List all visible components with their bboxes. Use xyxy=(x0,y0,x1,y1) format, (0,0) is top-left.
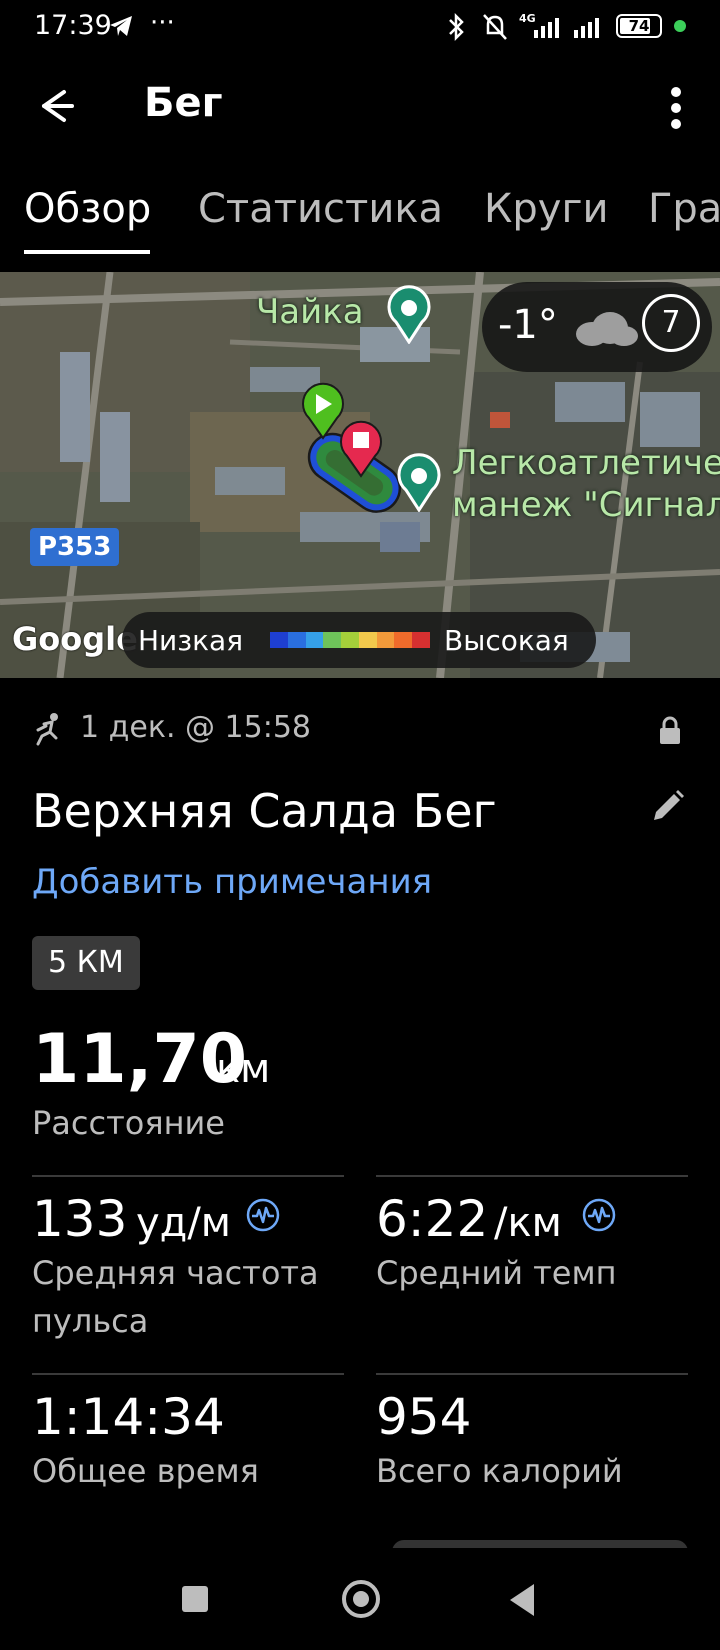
distance-unit: км xyxy=(216,1046,271,1092)
route-map[interactable]: Чайка Легкоатлетический манеж "Сигнал" Р… xyxy=(0,272,720,678)
poi-label-stadium-line2: манеж "Сигнал" xyxy=(452,485,720,525)
more-vertical-icon[interactable] xyxy=(656,78,696,138)
calories-value: 954 xyxy=(376,1388,472,1446)
weather-temp: -1° xyxy=(498,302,558,348)
divider xyxy=(32,1175,344,1177)
system-nav-bar xyxy=(0,1548,720,1650)
legend-low-label: Низкая xyxy=(138,624,244,657)
legend-high-label: Высокая xyxy=(444,624,569,657)
finish-marker-icon[interactable] xyxy=(336,418,386,478)
tab-bar: Обзор Статистика Круги Графики xyxy=(0,172,720,258)
add-notes-link[interactable]: Добавить примечания xyxy=(32,862,432,902)
total-time-label: Общее время xyxy=(32,1452,259,1490)
road-badge: Р353 xyxy=(30,528,120,566)
tab-indicator xyxy=(24,250,150,254)
weather-pill: -1° 7 xyxy=(482,282,712,372)
green-dot-icon xyxy=(674,20,686,32)
heart-rate-unit: уд/м xyxy=(136,1200,231,1246)
recent-apps-icon[interactable] xyxy=(182,1586,208,1612)
pace-unit: /км xyxy=(494,1200,562,1246)
calories-label: Всего калорий xyxy=(376,1452,623,1490)
lock-icon xyxy=(660,716,680,744)
app-bar: Бег xyxy=(0,54,720,159)
tab-graphs[interactable]: Графики xyxy=(648,186,720,232)
signal-icon-2 xyxy=(574,18,599,38)
activity-name: Верхняя Салда Бег xyxy=(32,784,497,838)
pace-value: 6:22 xyxy=(376,1190,489,1248)
tab-overview[interactable]: Обзор xyxy=(24,186,151,232)
tab-statistics[interactable]: Статистика xyxy=(198,186,443,232)
muted-bell-icon xyxy=(483,14,507,40)
bluetooth-icon xyxy=(449,12,464,42)
google-logo: Google xyxy=(12,620,138,658)
divider xyxy=(376,1373,688,1375)
sensor-wave-icon[interactable] xyxy=(246,1198,280,1232)
heart-rate-label-line1: Средняя частота xyxy=(32,1254,319,1292)
more-dots-icon: ··· xyxy=(150,8,175,38)
heart-rate-label-line2: пульса xyxy=(32,1302,149,1340)
running-icon xyxy=(36,713,58,746)
heart-rate-value: 133 xyxy=(32,1190,128,1248)
legend-gradient xyxy=(270,632,431,648)
telegram-icon xyxy=(110,16,132,36)
battery-icon: 74 xyxy=(616,14,662,38)
status-time: 17:39 xyxy=(34,10,112,41)
divider xyxy=(376,1175,688,1177)
map-pin-icon[interactable] xyxy=(384,284,434,344)
poi-label-chaika: Чайка xyxy=(256,292,364,332)
sensor-wave-icon-2[interactable] xyxy=(582,1198,616,1232)
distance-value: 11,70 xyxy=(32,1020,248,1099)
home-icon[interactable] xyxy=(342,1580,380,1618)
back-triangle-icon[interactable] xyxy=(506,1582,540,1618)
map-pin-icon-2[interactable] xyxy=(394,452,444,512)
total-time-value: 1:14:34 xyxy=(32,1388,225,1446)
status-bar: 17:39 ··· 4G 74 xyxy=(0,0,720,54)
edit-pencil-icon[interactable] xyxy=(648,786,688,826)
activity-date: 1 дек. @ 15:58 xyxy=(80,710,312,745)
cloud-icon xyxy=(576,312,638,346)
tag-badge[interactable]: 5 КМ xyxy=(32,936,140,990)
poi-label-stadium-line1: Легкоатлетический xyxy=(452,443,720,483)
intensity-legend: Низкая Высокая xyxy=(122,612,596,668)
tab-laps[interactable]: Круги xyxy=(484,186,608,232)
page-title: Бег xyxy=(144,80,223,126)
arrow-left-icon[interactable] xyxy=(30,78,86,134)
wind-indicator: 7 xyxy=(642,294,700,352)
signal-icon xyxy=(534,18,559,38)
distance-label: Расстояние xyxy=(32,1104,225,1142)
divider xyxy=(32,1373,344,1375)
pace-label: Средний темп xyxy=(376,1254,617,1292)
